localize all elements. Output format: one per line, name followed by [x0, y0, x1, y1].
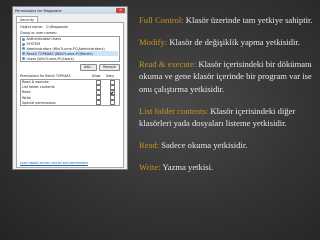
permissions-label: Permissions for Renkli TOPKAKS [20, 73, 71, 78]
term-label: List folder contents: [139, 105, 209, 116]
permissions-header: Permissions for Renkli TOPKAKS Allow Den… [20, 74, 120, 78]
object-name-label: Object name: [20, 25, 43, 29]
permissions-dialog: Permissions for Magazalar ✕ Security Obj… [12, 6, 128, 170]
object-name-value: C:\Magazalar [45, 25, 69, 29]
remove-button[interactable]: Remove [99, 63, 120, 71]
table-row: Special permissions [21, 100, 119, 106]
user-group-icon [22, 57, 25, 61]
user-listbox[interactable]: Authenticated Users SYSTEM Administrator… [20, 35, 120, 62]
descriptions-block: Full Control: Klasör üzerinde tam yetkiy… [139, 14, 315, 183]
help-link[interactable]: Learn about access control and permissio… [20, 161, 88, 165]
term-label: Read: [139, 139, 160, 150]
term-label: Modify: [139, 36, 168, 47]
permission-name: Read [22, 90, 31, 95]
user-group-icon [22, 47, 25, 51]
user-group-icon [22, 42, 25, 46]
description-full-control: Full Control: Klasör üzerinde tam yetkiy… [139, 14, 315, 26]
permission-name: Read & execute [22, 80, 49, 85]
term-description: Klasör üzerinde tam yetkiye sahiptir. [183, 15, 313, 25]
term-label: Full Control: [139, 15, 184, 25]
close-icon[interactable]: ✕ [116, 8, 125, 13]
user-group-icon [22, 37, 25, 41]
list-item-label: Administrators (Win7Lume-PC\Administrato… [26, 46, 105, 51]
description-read: Read: Sadece okuma yetkisidir. [139, 139, 315, 151]
slide-background: Permissions for Magazalar ✕ Security Obj… [0, 0, 320, 240]
list-item-label: Authenticated Users [26, 37, 62, 42]
term-description: Sadece okuma yetkisidir. [159, 139, 248, 150]
permissions-table: Read & execute List folder contents Read… [20, 78, 120, 107]
term-description: Yazma yetkisi. [160, 161, 214, 172]
user-buttons: Add... Remove [20, 63, 120, 71]
list-item[interactable]: Administrators (Win7Lume-PC\Administrato… [22, 47, 118, 52]
allow-column-header: Allow [92, 73, 101, 78]
security-tab-panel: Object name: C:\Magazalar Group or user … [16, 22, 124, 168]
user-icon [22, 52, 25, 56]
dialog-titlebar: Permissions for Magazalar ✕ [13, 7, 127, 14]
description-read-execute: Read & execute: Klasör içerisindeki bir … [139, 58, 315, 95]
description-modify: Modify: Klasör de değişiklik yapma yetki… [139, 36, 315, 48]
description-list-folder: List folder contents: Klasör içerisindek… [139, 105, 315, 130]
term-label: Read & execute: [139, 58, 197, 69]
description-write: Write: Yazma yetkisi. [139, 161, 315, 173]
allow-checkbox[interactable] [95, 100, 101, 106]
group-label: Group or user names: [20, 30, 57, 35]
list-item-label: Users (Win7Lume-PC\Users) [26, 56, 74, 61]
dialog-title: Permissions for Magazalar [15, 8, 63, 13]
permission-name: Special permissions [22, 100, 56, 105]
object-name-row: Object name: C:\Magazalar [20, 25, 120, 29]
deny-column-header: Deny [106, 73, 115, 78]
add-button[interactable]: Add... [79, 63, 98, 71]
list-item-label: SYSTEM [26, 42, 41, 47]
permission-name: Write [22, 95, 31, 100]
term-description: Klasör de değişiklik yapma yetkisidir. [167, 36, 300, 47]
list-item[interactable]: Users (Win7Lume-PC\Users) [22, 56, 118, 61]
permission-name: List folder contents [22, 85, 55, 90]
deny-checkbox[interactable] [109, 100, 115, 106]
list-item-label: Renkli TOPKAKS (WIN7Lume-PC\Renkli) [26, 51, 93, 56]
term-label: Write: [139, 161, 161, 172]
